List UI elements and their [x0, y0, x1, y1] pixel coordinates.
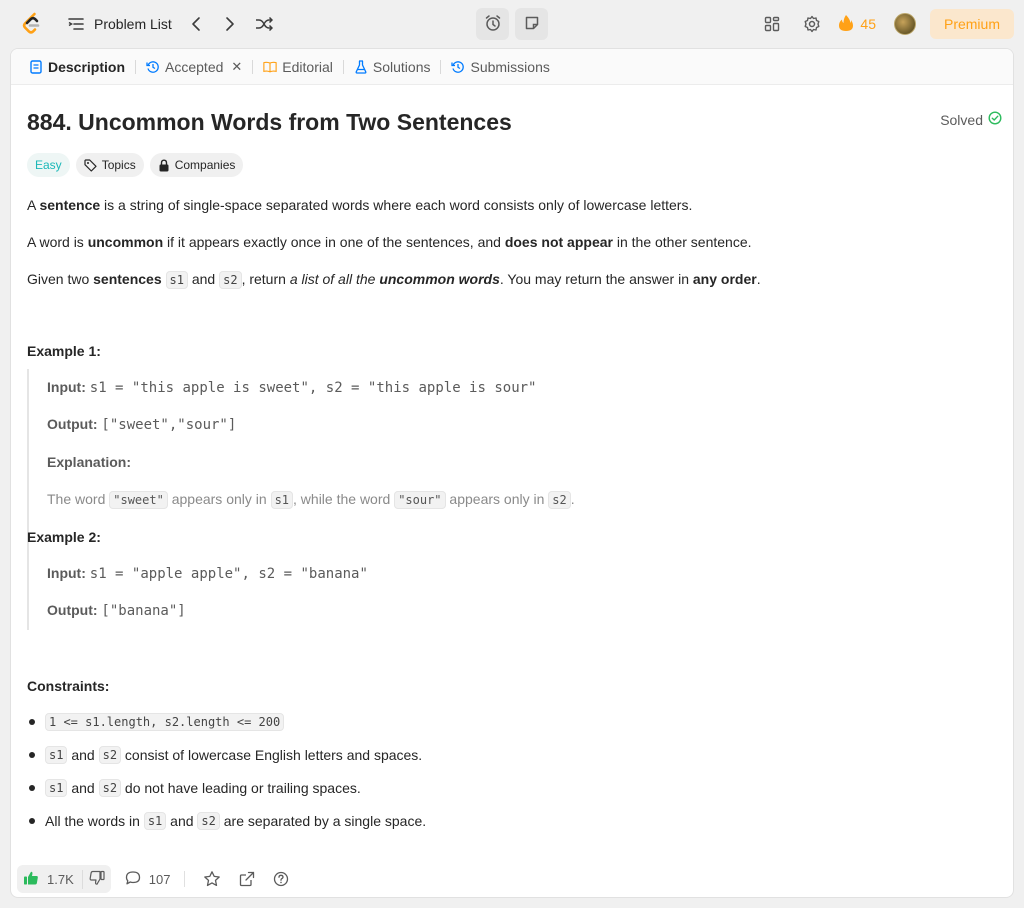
tab-divider: [342, 59, 344, 74]
leetcode-logo-icon[interactable]: [21, 12, 43, 36]
fire-icon: [838, 14, 854, 35]
tab-divider: [252, 59, 254, 74]
flask-icon: [354, 59, 368, 74]
help-question-icon[interactable]: [273, 871, 289, 887]
note-icon: [524, 15, 540, 34]
premium-button[interactable]: Premium: [929, 9, 1014, 39]
companies-button[interactable]: Companies: [149, 153, 244, 177]
history-icon: [451, 60, 465, 74]
description-paragraph: Given two sentences s1 and s2, return a …: [27, 271, 761, 289]
streak-counter[interactable]: 45: [838, 14, 876, 35]
problem-title[interactable]: 884. Uncommon Words from Two Sentences: [27, 109, 512, 136]
notes-button[interactable]: [515, 8, 548, 40]
tab-divider: [440, 59, 442, 74]
constraint-item: 1 <= s1.length, s2.length <= 200: [27, 713, 285, 731]
favorite-star-icon[interactable]: [203, 870, 221, 888]
comment-count: 107: [148, 871, 171, 887]
history-icon: [146, 60, 160, 74]
example-input: s1 = "apple apple", s2 = "banana": [89, 566, 368, 582]
topics-button[interactable]: Topics: [75, 153, 144, 177]
description-paragraph: A word is uncommon if it appears exactly…: [27, 234, 752, 250]
settings-gear-icon[interactable]: [796, 8, 828, 40]
top-nav: Problem List 45 Premium: [0, 0, 1024, 48]
alarm-clock-icon: [484, 14, 502, 35]
problem-list-link[interactable]: Problem List: [94, 16, 172, 32]
book-icon: [263, 60, 277, 74]
share-external-icon[interactable]: [239, 871, 255, 887]
thumbs-down-icon: [89, 870, 105, 889]
example-input: s1 = "this apple is sweet", s2 = "this a…: [89, 380, 537, 396]
vote-group: 1.7K: [17, 865, 111, 893]
like-count: 1.7K: [47, 871, 74, 887]
close-icon[interactable]: ✕: [231, 59, 242, 75]
thumbs-up-icon: [23, 870, 39, 889]
lock-icon: [158, 158, 170, 172]
constraints-heading: Constraints:: [27, 678, 110, 694]
streak-count: 45: [860, 16, 876, 32]
footer-divider: [184, 871, 186, 887]
chevron-left-icon[interactable]: [186, 14, 206, 34]
solved-status: Solved: [940, 111, 1002, 128]
example-heading: Example 2:: [27, 529, 101, 545]
problem-content: 884. Uncommon Words from Two Sentences S…: [27, 107, 1002, 830]
example-output: ["sweet","sour"]: [101, 417, 237, 433]
problem-list-icon[interactable]: [66, 14, 86, 34]
problem-footer: 1.7K 107: [11, 861, 1013, 897]
example-block: Input: s1 = "apple apple", s2 = "banana"…: [27, 555, 627, 630]
tag-icon: [84, 158, 97, 172]
constraint-item: All the words in s1 and s2 are separated…: [27, 812, 426, 830]
constraint-item: s1 and s2 consist of lowercase English l…: [27, 746, 422, 764]
example-explanation: The word "sweet" appears only in s1, whi…: [47, 491, 575, 509]
tab-description[interactable]: Description: [25, 59, 129, 75]
user-avatar[interactable]: [893, 13, 916, 35]
layout-grid-icon[interactable]: [756, 8, 788, 40]
example-heading: Example 1:: [27, 343, 101, 359]
tab-solutions[interactable]: Solutions: [350, 59, 435, 75]
timer-button[interactable]: [476, 8, 509, 40]
example-output: ["banana"]: [101, 603, 186, 619]
tab-accepted[interactable]: Accepted ✕: [142, 59, 246, 75]
comments-button[interactable]: 107: [125, 870, 171, 889]
tab-divider: [135, 59, 137, 74]
description-paragraph: A sentence is a string of single-space s…: [27, 197, 693, 213]
tab-submissions[interactable]: Submissions: [447, 59, 553, 75]
difficulty-badge: Easy: [27, 153, 70, 177]
comment-icon: [125, 870, 141, 889]
problem-tags: Easy Topics Companies: [27, 153, 244, 177]
problem-tabs: Description Accepted ✕ Editorial Solutio…: [11, 49, 1013, 85]
constraint-item: s1 and s2 do not have leading or trailin…: [27, 779, 361, 797]
example-block: Input: s1 = "this apple is sweet", s2 = …: [27, 369, 627, 565]
document-icon: [29, 59, 43, 74]
chevron-right-icon[interactable]: [220, 14, 240, 34]
dislike-button[interactable]: [83, 870, 105, 889]
tab-editorial[interactable]: Editorial: [259, 59, 337, 75]
check-circle-icon: [988, 111, 1002, 128]
like-button[interactable]: 1.7K: [23, 869, 83, 889]
shuffle-icon[interactable]: [254, 14, 274, 34]
problem-panel: Description Accepted ✕ Editorial Solutio…: [10, 48, 1014, 898]
